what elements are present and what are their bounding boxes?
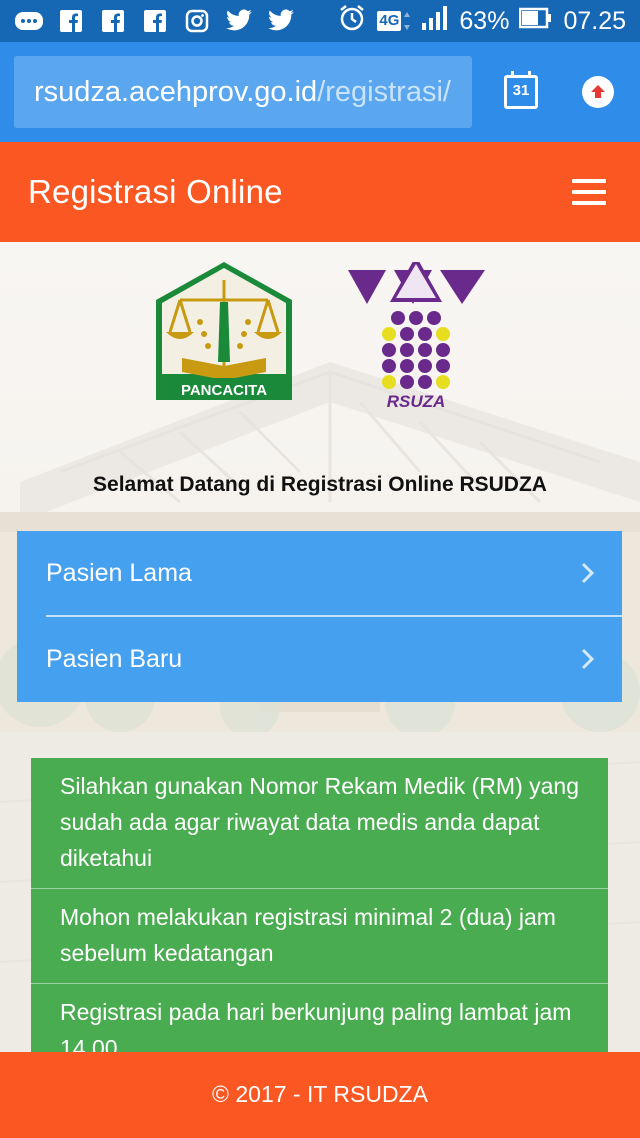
rsuza-dot [418, 343, 432, 357]
url-host: rsudza.acehprov.go.id [34, 76, 318, 108]
rsuza-dot [418, 327, 432, 341]
chat-icon [14, 8, 44, 34]
network-4g-icon: 4G [377, 10, 411, 32]
battery-icon [519, 6, 553, 37]
chevron-right-icon [581, 648, 595, 670]
page-title: Registrasi Online [28, 173, 283, 210]
signal-icon [421, 5, 449, 38]
option-pasien-lama[interactable]: Pasien Lama [17, 531, 622, 617]
clock-time: 07.25 [563, 6, 626, 35]
rsuza-dot [382, 343, 396, 357]
url-field[interactable]: rsudza.acehprov.go.id/registrasi/ [14, 56, 472, 128]
option-label: Pasien Baru [46, 645, 183, 673]
url-path: /registrasi/ [317, 76, 451, 108]
option-label: Pasien Lama [46, 559, 192, 587]
alarm-icon [337, 4, 367, 39]
rsuza-dot [418, 375, 432, 389]
browser-toolbar: rsudza.acehprov.go.id/registrasi/ 31 [0, 42, 640, 142]
rsuza-dot [400, 327, 414, 341]
upload-icon[interactable] [582, 76, 614, 108]
app-header: Registrasi Online [0, 142, 640, 242]
rsuza-dot [391, 311, 405, 325]
pancacita-caption: PANCACITA [181, 382, 267, 399]
rsuza-dot [400, 359, 414, 373]
chevron-right-icon [581, 562, 595, 584]
rsuza-dot [400, 375, 414, 389]
rsuza-caption: RSUZA [387, 392, 446, 411]
footer: © 2017 - IT RSUDZA [0, 1052, 640, 1138]
rsuza-dot [427, 311, 441, 325]
rsuza-dot [436, 327, 450, 341]
rsuza-dot [382, 359, 396, 373]
logos-area: PANCACITA RSUZA [0, 256, 640, 412]
status-right: 4G 63% 07.25 [337, 0, 626, 42]
rsuza-dot [382, 375, 396, 389]
battery-percent: 63% [459, 6, 510, 35]
calendar-day: 31 [512, 82, 530, 99]
instagram-icon [182, 8, 212, 34]
facebook-icon [56, 8, 86, 34]
rsuza-dot [400, 343, 414, 357]
welcome-text: Selamat Datang di Registrasi Online RSUD… [93, 473, 547, 496]
notification-icons [14, 6, 296, 36]
twitter-icon [224, 8, 254, 34]
facebook-icon [98, 8, 128, 34]
calendar-icon[interactable]: 31 [504, 71, 538, 109]
status-bar: 4G 63% 07.25 [0, 0, 640, 42]
info-list: Silahkan gunakan Nomor Rekam Medik (RM) … [31, 758, 608, 1058]
rsuza-dot [436, 343, 450, 357]
pancacita-logo: PANCACITA [156, 262, 292, 400]
rsuza-logo: RSUZA [348, 256, 485, 411]
rsuza-dots [382, 311, 450, 389]
option-pasien-baru[interactable]: Pasien Baru [17, 617, 622, 702]
rsuza-dot [409, 311, 423, 325]
info-item: Silahkan gunakan Nomor Rekam Medik (RM) … [31, 758, 608, 889]
rsuza-dot [418, 359, 432, 373]
twitter-icon [266, 8, 296, 34]
network-type-text: 4G [377, 11, 402, 31]
logos-svg: PANCACITA RSUZA [156, 256, 485, 411]
info-item: Registrasi pada hari berkunjung paling l… [31, 984, 608, 1058]
rsuza-dot [436, 375, 450, 389]
patient-type-list: Pasien Lama Pasien Baru [17, 531, 622, 702]
rsuza-dot [382, 327, 396, 341]
facebook-icon [140, 8, 170, 34]
rsuza-dot [436, 359, 450, 373]
info-item: Mohon melakukan registrasi minimal 2 (du… [31, 889, 608, 984]
hamburger-menu-icon[interactable] [572, 179, 606, 205]
